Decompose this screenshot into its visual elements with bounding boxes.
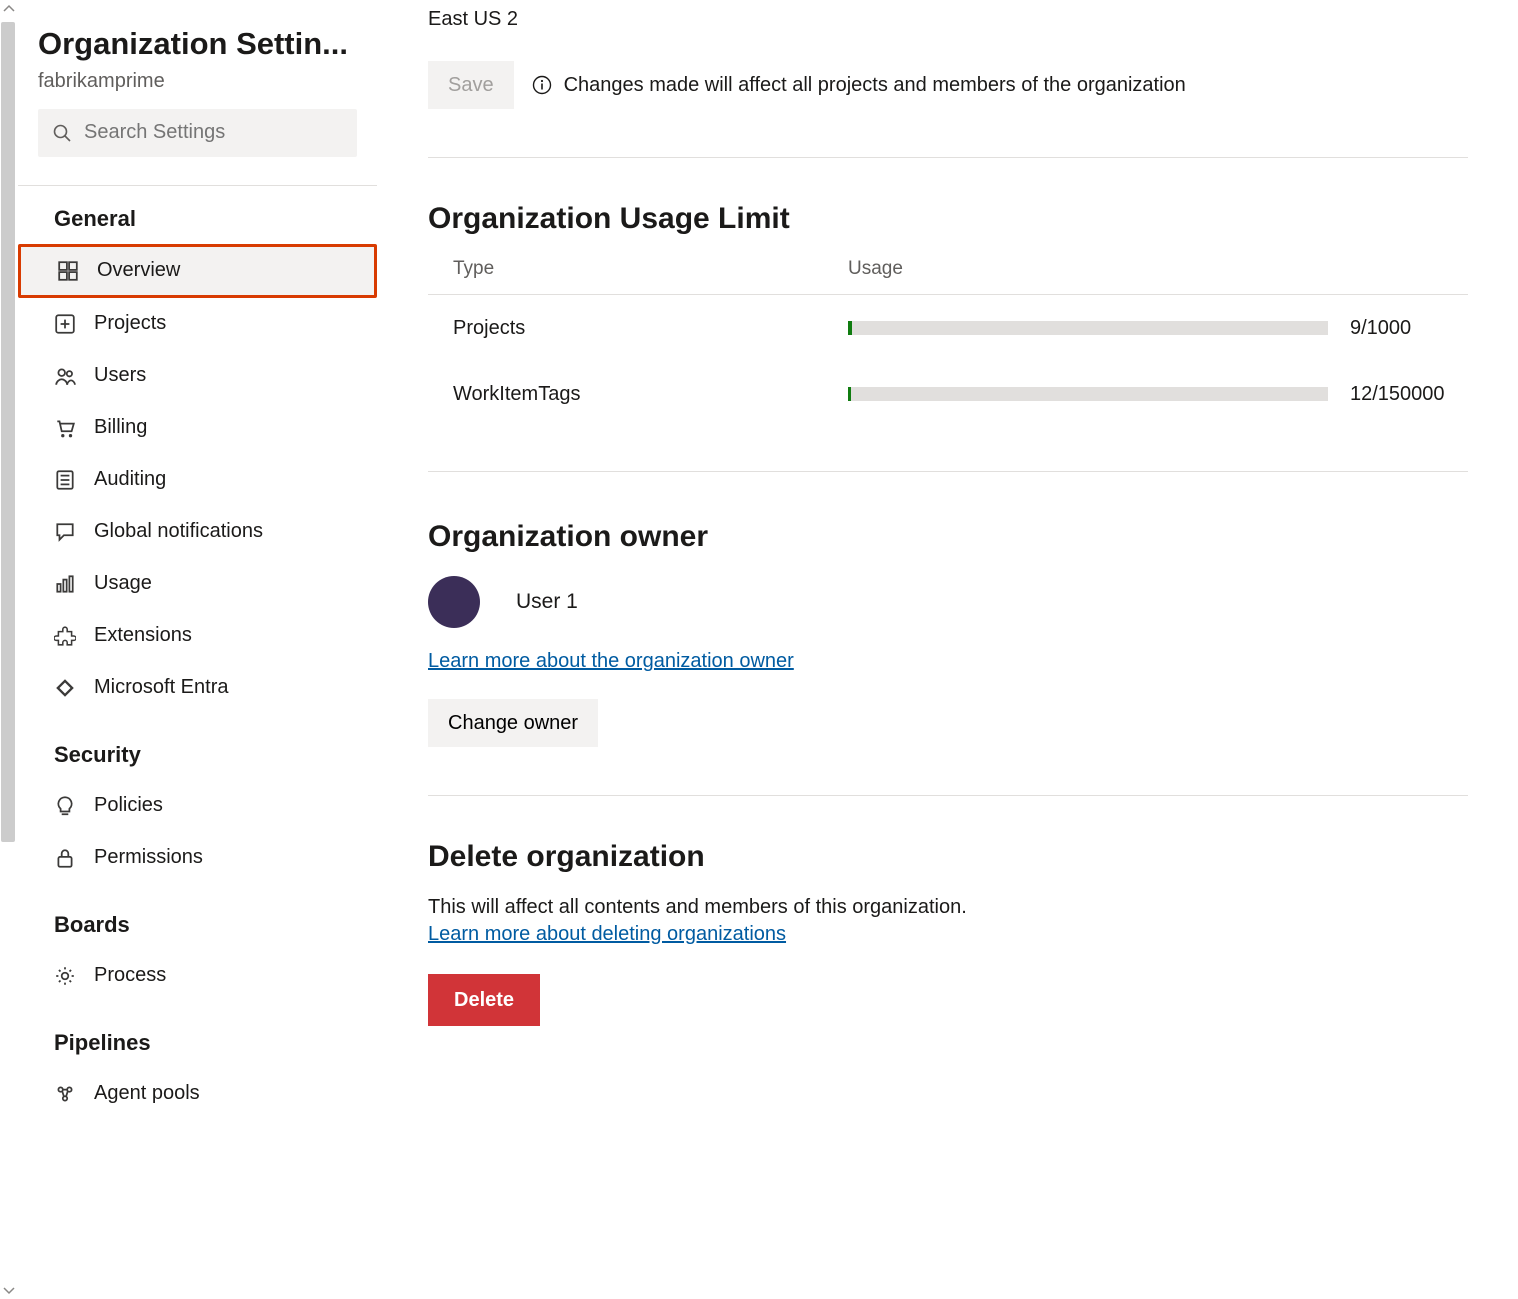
sidebar-item-agent-pools[interactable]: Agent pools (18, 1068, 377, 1120)
nav-group-title: Boards (18, 912, 377, 950)
nav-label: Process (94, 964, 166, 987)
usage-row: WorkItemTags 12/150000 (428, 361, 1468, 427)
owner-avatar (428, 576, 480, 628)
nav-group-title: General (18, 206, 377, 244)
plus-box-icon (54, 313, 76, 335)
gear-icon (54, 965, 76, 987)
scroll-track[interactable] (0, 18, 18, 1281)
sidebar-item-extensions[interactable]: Extensions (18, 610, 377, 662)
region-value: East US 2 (428, 8, 1468, 31)
scroll-thumb[interactable] (1, 22, 15, 842)
nav-group-title: Security (18, 742, 377, 780)
divider (428, 795, 1468, 796)
nav-label: Extensions (94, 624, 192, 647)
users-icon (54, 365, 76, 387)
delete-learn-more-link[interactable]: Learn more about deleting organizations (428, 923, 786, 946)
sidebar-item-users[interactable]: Users (18, 350, 377, 402)
owner-heading: Organization owner (428, 520, 1468, 554)
sidebar-title: Organization Settin... (18, 25, 377, 64)
usage-type: WorkItemTags (453, 383, 848, 406)
nav-group-title: Pipelines (18, 1030, 377, 1068)
usage-table-header: Type Usage (428, 258, 1468, 295)
change-owner-button[interactable]: Change owner (428, 699, 598, 747)
nav-label: Projects (94, 312, 166, 335)
nav-label: Billing (94, 416, 147, 439)
bulb-icon (54, 795, 76, 817)
cart-icon (54, 417, 76, 439)
org-name: fabrikamprime (18, 64, 377, 93)
sidebar-item-policies[interactable]: Policies (18, 780, 377, 832)
diamond-icon (54, 677, 76, 699)
nav-label: Permissions (94, 846, 203, 869)
usage-value: 12/150000 (1350, 383, 1445, 406)
sidebar-item-auditing[interactable]: Auditing (18, 454, 377, 506)
chart-icon (54, 573, 76, 595)
nav-label: Users (94, 364, 146, 387)
nav-label: Overview (97, 259, 180, 282)
usage-type: Projects (453, 317, 848, 340)
lock-icon (54, 847, 76, 869)
col-type: Type (453, 258, 848, 280)
usage-row: Projects 9/1000 (428, 295, 1468, 361)
sidebar-item-process[interactable]: Process (18, 950, 377, 1002)
nav-label: Usage (94, 572, 152, 595)
search-input-wrap[interactable] (38, 109, 357, 157)
usage-bar (848, 321, 1328, 335)
sidebar-item-billing[interactable]: Billing (18, 402, 377, 454)
nav-label: Policies (94, 794, 163, 817)
sidebar-item-projects[interactable]: Projects (18, 298, 377, 350)
owner-learn-more-link[interactable]: Learn more about the organization owner (428, 650, 794, 673)
sidebar-item-microsoft-entra[interactable]: Microsoft Entra (18, 662, 377, 714)
sidebar-item-global-notifications[interactable]: Global notifications (18, 506, 377, 558)
scroll-down-icon[interactable] (0, 1281, 18, 1299)
divider (428, 157, 1468, 158)
nav-label: Auditing (94, 468, 166, 491)
divider (428, 471, 1468, 472)
sidebar-scrollbar[interactable] (0, 0, 18, 1299)
usage-bar (848, 387, 1328, 401)
col-usage: Usage (848, 258, 1443, 280)
usage-heading: Organization Usage Limit (428, 202, 1468, 236)
search-input[interactable] (84, 121, 343, 144)
sidebar-item-permissions[interactable]: Permissions (18, 832, 377, 884)
save-notice: Changes made will affect all projects an… (564, 74, 1186, 97)
sidebar-item-usage[interactable]: Usage (18, 558, 377, 610)
nav-label: Microsoft Entra (94, 676, 228, 699)
list-icon (54, 469, 76, 491)
nav-label: Agent pools (94, 1082, 200, 1105)
info-icon (532, 75, 552, 95)
delete-heading: Delete organization (428, 840, 1468, 874)
delete-button[interactable]: Delete (428, 974, 540, 1026)
puzzle-icon (54, 625, 76, 647)
grid-icon (57, 260, 79, 282)
owner-name: User 1 (516, 590, 578, 614)
delete-desc: This will affect all contents and member… (428, 896, 1468, 919)
usage-value: 9/1000 (1350, 317, 1411, 340)
main-content: East US 2 Save Changes made will affect … (378, 0, 1518, 1299)
pool-icon (54, 1083, 76, 1105)
save-button[interactable]: Save (428, 61, 514, 109)
sidebar-item-overview[interactable]: Overview (18, 244, 377, 298)
nav-label: Global notifications (94, 520, 263, 543)
settings-sidebar: Organization Settin... fabrikamprime Gen… (18, 0, 378, 1299)
scroll-up-icon[interactable] (0, 0, 18, 18)
chat-icon (54, 521, 76, 543)
search-icon (52, 123, 84, 143)
